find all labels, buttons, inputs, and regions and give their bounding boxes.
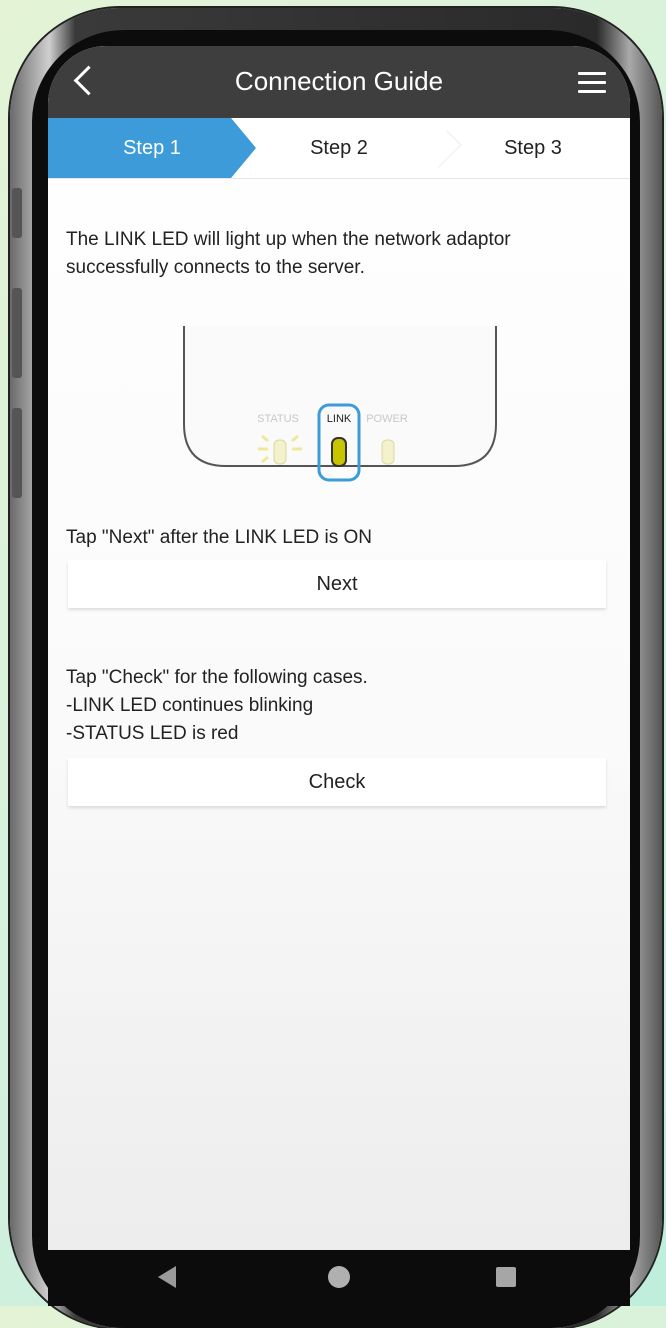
nav-back-triangle-icon[interactable] (158, 1266, 176, 1288)
step-1-tab: Step 1 (48, 118, 256, 178)
status-label: STATUS (257, 413, 299, 425)
step-2-tab: Step 2 (310, 137, 368, 159)
power-button (12, 408, 22, 498)
android-nav-bar (48, 1250, 630, 1306)
next-hint-text: Tap "Next" after the LINK LED is ON (66, 527, 372, 548)
link-label: LINK (327, 413, 352, 425)
volume-up-button (12, 188, 22, 238)
app-screen: Connection Guide Step 1 Step 2 Step 3 Th… (48, 46, 630, 1306)
step-progress-bar: Step 1 Step 2 Step 3 (48, 118, 630, 179)
power-label: POWER (366, 413, 408, 425)
next-button[interactable]: Next (68, 560, 606, 608)
adaptor-led-illustration: STATUS POWER LINK (183, 326, 497, 482)
nav-home-circle-icon[interactable] (328, 1266, 350, 1288)
check-hint-line-1: Tap "Check" for the following cases. (66, 667, 368, 688)
nav-recents-square-icon[interactable] (496, 1267, 516, 1287)
top-bar: Connection Guide (48, 46, 630, 118)
hamburger-menu-icon[interactable] (578, 72, 606, 94)
link-led-icon (331, 437, 347, 467)
intro-text: The LINK LED will light up when the netw… (66, 229, 511, 278)
check-hint-line-3: -STATUS LED is red (66, 723, 239, 744)
check-hint-line-2: -LINK LED continues blinking (66, 695, 314, 716)
step-3-tab: Step 3 (504, 137, 562, 159)
page-title: Connection Guide (234, 66, 444, 96)
power-led-icon (381, 439, 395, 465)
check-button[interactable]: Check (68, 758, 606, 806)
volume-down-button (12, 288, 22, 378)
